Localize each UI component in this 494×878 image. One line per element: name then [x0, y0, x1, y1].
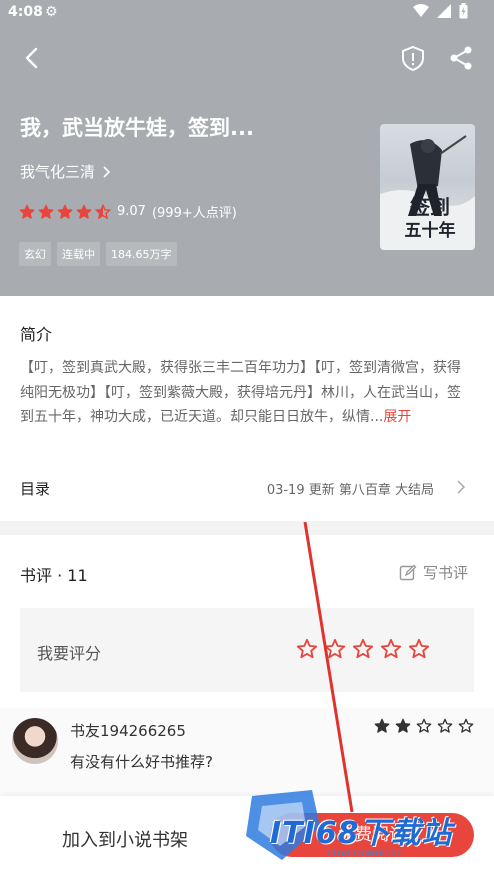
settings-icon: ⚙	[45, 4, 58, 20]
status-icons	[413, 3, 468, 19]
report-button[interactable]	[400, 44, 426, 72]
rate-box: 我要评分	[20, 608, 474, 692]
intro-text: 【叮，签到真武大殿，获得张三丰二百年功力】【叮，签到清微宫，获得纯阳无极功】【叮…	[20, 356, 468, 430]
cover-title-2: 五十年	[405, 220, 456, 241]
rate-label: 我要评分	[37, 644, 102, 663]
book-cover[interactable]: 签到 五十年	[380, 124, 475, 250]
rate-star-icon[interactable]	[408, 638, 430, 660]
catalog-label: 目录	[20, 480, 51, 498]
star-icon	[374, 718, 390, 733]
back-button[interactable]	[18, 44, 46, 72]
book-title: 我，武当放牛娃，签到...	[20, 116, 254, 140]
rating-stars	[19, 203, 111, 220]
expand-link[interactable]: 展开	[383, 409, 411, 425]
rate-stars[interactable]	[296, 638, 430, 660]
shield-alert-icon	[402, 45, 424, 72]
share-icon	[450, 46, 472, 70]
rate-star-icon[interactable]	[296, 638, 318, 660]
add-to-shelf-button[interactable]: 加入到小说书架	[30, 826, 220, 852]
star-icon	[395, 718, 411, 733]
signal-icon	[437, 4, 451, 18]
catalog-row[interactable]: 目录 03-19 更新 第八百章 大结局	[0, 466, 494, 510]
tag-status: 连载中	[57, 242, 100, 266]
reviewer-name[interactable]: 书友194266265	[70, 720, 186, 741]
author-name: 我气化三清	[20, 163, 96, 181]
tag-word-count: 184.65万字	[106, 242, 177, 266]
free-read-button[interactable]: 免费阅读	[270, 813, 474, 857]
status-time: 4:08	[8, 4, 43, 20]
write-review-label: 写书评	[422, 564, 468, 582]
cover-art: 签到 五十年	[380, 135, 475, 250]
battery-icon	[459, 3, 468, 19]
edit-icon	[399, 564, 417, 580]
avatar[interactable]	[12, 718, 58, 764]
rate-star-icon[interactable]	[352, 638, 374, 660]
wifi-icon	[413, 4, 429, 17]
author-link[interactable]: 我气化三清	[20, 161, 111, 182]
review-rating-stars	[374, 718, 474, 734]
reviews-title: 书评 · 11	[20, 566, 88, 585]
tag-genre: 玄幻	[19, 242, 51, 266]
rating-count: (999+人点评)	[151, 206, 237, 221]
write-review-button[interactable]: 写书评	[399, 562, 468, 583]
status-bar: 4:08 ⚙	[0, 0, 494, 26]
rate-star-icon[interactable]	[324, 638, 346, 660]
chevron-right-icon	[457, 480, 466, 494]
star-icon	[458, 718, 474, 733]
bottom-action-bar: 加入到小说书架 免费阅读	[0, 796, 494, 878]
rating-row: 9.07 (999+人点评)	[19, 202, 237, 221]
chevron-right-icon	[103, 165, 111, 178]
rating-score: 9.07	[117, 204, 146, 219]
share-button[interactable]	[448, 44, 474, 72]
cover-title-1: 签到	[409, 195, 450, 219]
star-icon	[57, 204, 73, 219]
chevron-left-icon	[25, 47, 38, 69]
catalog-update-info: 03-19 更新 第八百章 大结局	[266, 483, 434, 498]
star-icon	[76, 204, 92, 219]
star-icon	[19, 204, 35, 219]
star-icon	[38, 204, 54, 219]
star-icon	[416, 718, 432, 733]
rate-star-icon[interactable]	[380, 638, 402, 660]
section-divider	[0, 521, 494, 535]
review-text: 有没有什么好书推荐?	[70, 753, 213, 771]
book-tags: 玄幻 连载中 184.65万字	[19, 242, 177, 266]
star-icon	[95, 203, 111, 219]
star-icon	[437, 718, 453, 733]
intro-title: 简介	[20, 325, 53, 344]
